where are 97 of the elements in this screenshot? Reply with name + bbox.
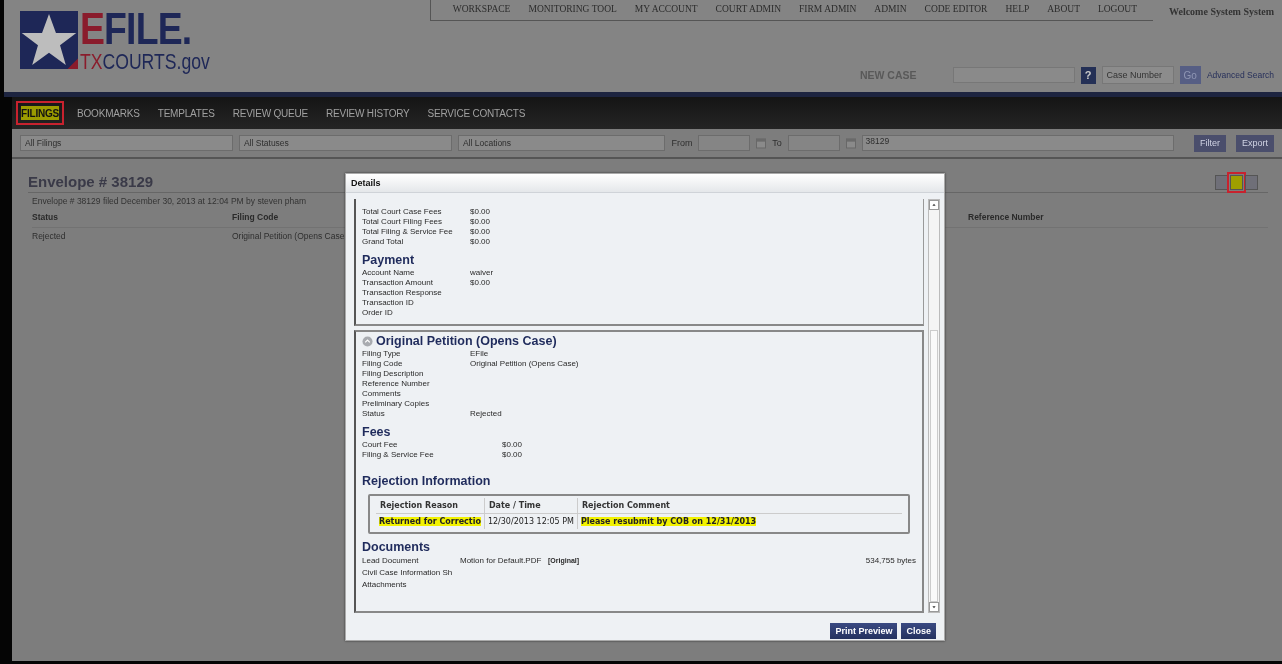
top-nav-link[interactable]: ADMIN (874, 4, 907, 14)
field-value: $0.00 (470, 217, 492, 227)
calendar-icon[interactable] (845, 137, 856, 149)
export-button[interactable]: Export (1235, 134, 1274, 152)
section-heading: Documents (362, 540, 432, 554)
top-nav-link[interactable]: FIRM ADMIN (799, 4, 857, 14)
field-label: Filing Code (362, 359, 404, 369)
field-label: Civil Case Information Sh (362, 567, 454, 579)
filing-select[interactable]: All Filings (20, 135, 233, 151)
field-label: Court Fee (362, 440, 399, 450)
column-header: Reference Number (968, 212, 1044, 222)
column-header: Status (32, 212, 58, 222)
section-heading: Rejection Information (362, 474, 492, 488)
field-label: Reference Number (362, 379, 431, 389)
flag-star-logo-icon (20, 11, 78, 69)
field-label: Transaction ID (362, 298, 415, 308)
scroll-up-icon[interactable] (929, 200, 939, 210)
field-value: Original Petition (Opens Case) (470, 359, 580, 369)
field-label: Preliminary Copies (362, 399, 431, 409)
field-label: Filing Type (362, 349, 402, 359)
field-label: Comments (362, 389, 402, 399)
view-icon[interactable] (1230, 175, 1243, 190)
field-value: $0.00 (470, 227, 492, 237)
field-label: Total Filing & Service Fee (362, 227, 454, 237)
column-header: Rejection Comment (576, 498, 902, 514)
field-label: Attachments (362, 579, 408, 591)
logo-title: EFILE. (80, 7, 193, 51)
table-cell: Returned for Correctio (379, 517, 481, 526)
field-label: Total Court Filing Fees (362, 217, 444, 227)
top-nav-link[interactable]: LOGOUT (1097, 4, 1137, 14)
field-label: Grand Total (362, 237, 405, 247)
field-value: $0.00 (502, 450, 524, 460)
to-label: To (772, 138, 782, 148)
location-select[interactable]: All Locations (457, 135, 666, 151)
nav-tab[interactable]: TEMPLATES (152, 101, 220, 125)
field-value: EFile (470, 349, 490, 359)
case-number-field[interactable]: Case Number (1101, 66, 1174, 84)
top-nav-link[interactable]: MONITORING TOOL (528, 4, 617, 14)
dialog-button[interactable]: Print Preview (830, 623, 898, 639)
table-cell: Rejected (32, 231, 66, 241)
go-button[interactable]: Go (1179, 66, 1201, 84)
view-icon[interactable] (1245, 175, 1258, 190)
document-size: 534,755 bytes (865, 555, 916, 567)
table-cell: Please resubmit by COB on 12/31/2013 (580, 517, 757, 526)
field-label: Total Court Case Fees (362, 207, 443, 217)
filing-heading: Original Petition (Opens Case) (376, 334, 557, 348)
column-header: Date / Time (483, 498, 577, 514)
field-value: $0.00 (470, 207, 492, 217)
top-nav-link[interactable]: COURT ADMIN (715, 4, 782, 14)
field-label: Filing Description (362, 369, 425, 379)
table-cell: Original Petition (Opens Case (232, 231, 345, 241)
field-label: Order ID (362, 308, 394, 318)
logo-domain: TXCOURTS.gov (80, 51, 210, 73)
dialog-title: Details (346, 174, 944, 193)
column-header: Rejection Reason (376, 498, 484, 514)
column-header: Filing Code (232, 212, 279, 222)
field-value: $0.00 (470, 278, 492, 288)
field-label: Transaction Response (362, 288, 443, 298)
nav-tab[interactable]: BOOKMARKS (72, 101, 145, 125)
envelope-title: Envelope # 38129 (28, 173, 154, 190)
field-label: Lead Document (362, 555, 420, 567)
help-button[interactable]: ? (1080, 66, 1096, 84)
nav-tab[interactable]: FILINGS (16, 101, 65, 125)
to-date-field[interactable] (787, 135, 840, 151)
calendar-icon[interactable] (756, 137, 767, 149)
field-label: Status (362, 409, 386, 419)
field-value: Rejected (470, 409, 503, 419)
scroll-down-icon[interactable] (929, 602, 939, 612)
table-cell: 12/30/2013 12:05 PM (487, 517, 574, 526)
field-value: $0.00 (502, 440, 524, 450)
scrollbar[interactable] (928, 199, 940, 613)
collapse-icon[interactable] (362, 335, 373, 347)
envelope-number-field[interactable]: 38129 (861, 135, 1174, 151)
from-date-field[interactable] (698, 135, 751, 151)
nav-tab[interactable]: SERVICE CONTACTS (422, 101, 531, 125)
document-link[interactable]: Motion for Default.PDF (460, 555, 548, 567)
welcome-text: Welcome System System (1168, 5, 1275, 17)
from-label: From (671, 138, 693, 148)
dialog-button[interactable]: Close (901, 623, 936, 639)
field-value: $0.00 (470, 237, 492, 247)
field-label: Filing & Service Fee (362, 450, 435, 460)
section-heading: Payment (362, 253, 416, 267)
top-nav-link[interactable]: HELP (1005, 4, 1030, 14)
top-nav-link[interactable]: MY ACCOUNT (634, 4, 698, 14)
field-value: waiver (470, 268, 495, 278)
section-heading: Fees (362, 425, 392, 439)
status-select[interactable]: All Statuses (238, 135, 452, 151)
field-label: Account Name (362, 268, 416, 278)
top-nav-link[interactable]: CODE EDITOR (924, 4, 988, 14)
filter-button[interactable]: Filter (1193, 134, 1226, 152)
top-nav-link[interactable]: ABOUT (1047, 4, 1080, 14)
nav-tab[interactable]: REVIEW HISTORY (321, 101, 415, 125)
nav-tab[interactable]: REVIEW QUEUE (227, 101, 314, 125)
top-nav-link[interactable]: WORKSPACE (452, 4, 511, 14)
advanced-search-link[interactable]: Advanced Search (1206, 70, 1274, 80)
field-label: Transaction Amount (362, 278, 434, 288)
envelope-subtitle: Envelope # 38129 filed December 30, 2013 at 12:04 PM by steven pham (32, 196, 307, 206)
